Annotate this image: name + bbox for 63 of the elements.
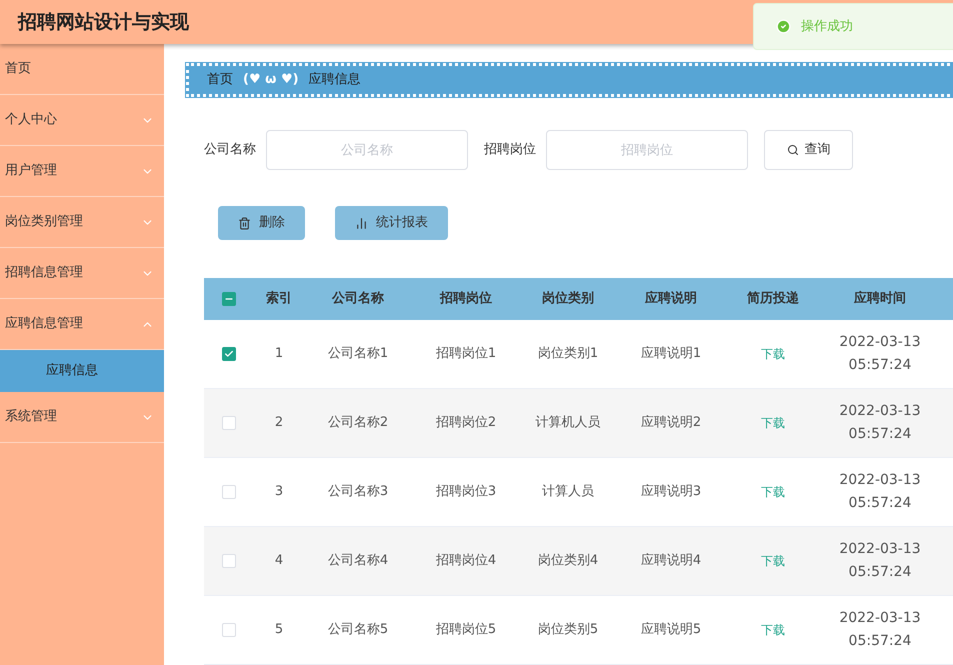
- checkbox[interactable]: [222, 292, 236, 306]
- check-icon: [776, 19, 791, 34]
- menu-item[interactable]: 岗位类别管理: [0, 197, 164, 248]
- report-button[interactable]: 统计报表: [335, 206, 448, 240]
- checkbox[interactable]: [222, 347, 236, 361]
- column-header: 应聘时间: [854, 290, 906, 308]
- column-header: 应聘说明: [645, 290, 697, 308]
- column-header: 公司名称: [332, 290, 384, 308]
- column-header: 简历投递: [747, 290, 799, 308]
- search-field[interactable]: 招聘岗位: [546, 130, 748, 170]
- breadcrumb-link[interactable]: 首页: [207, 70, 233, 90]
- table-cell-text: 1: [274, 345, 284, 364]
- table-cell-text: 公司名称2: [328, 414, 388, 432]
- menu-item[interactable]: 招聘信息管理: [0, 248, 164, 299]
- table-cell-text: 公司名称4: [328, 552, 388, 570]
- table-cell-text: 计算机人员: [536, 414, 600, 432]
- column-header: 岗位类别: [542, 290, 594, 308]
- table-cell-text: 应聘说明3: [640, 483, 702, 502]
- table-cell-text: 岗位类别1: [538, 345, 598, 364]
- table-cell-text: 招聘岗位1: [436, 345, 496, 364]
- breadcrumb-separator: (♥ ω ♥): [243, 71, 299, 90]
- table-cell-text: 公司名称1: [328, 345, 388, 364]
- table-cell-text: 公司名称5: [328, 621, 388, 640]
- submenu-item[interactable]: 应聘信息: [0, 350, 164, 392]
- table-cell-text: 招聘岗位5: [436, 621, 496, 640]
- table-cell-text: 应聘说明5: [640, 621, 702, 640]
- table-cell-text: 招聘岗位2: [436, 414, 496, 432]
- menu-item[interactable]: 个人中心: [0, 95, 164, 146]
- column-header: 索引: [266, 290, 292, 308]
- menu-item[interactable]: 首页: [0, 44, 164, 95]
- table-cell-text: 公司名称3: [328, 483, 388, 502]
- table-cell-text: 应聘说明4: [640, 552, 702, 570]
- table-cell-text: 2022-03-13 05:57:24: [838, 609, 922, 651]
- bar-chart-icon: [355, 216, 368, 230]
- table-cell-text: 2: [274, 414, 284, 432]
- field-label: 公司名称: [204, 141, 256, 160]
- table-cell-text: 2022-03-13 05:57:24: [838, 333, 922, 375]
- table-cell-text: 5: [274, 621, 284, 640]
- table-cell-text: 招聘岗位4: [436, 552, 496, 570]
- menu-item[interactable]: 用户管理: [0, 146, 164, 197]
- check-icon: [224, 349, 234, 359]
- trash-icon: [238, 216, 251, 230]
- table-cell-text: 2022-03-13 05:57:24: [838, 402, 922, 444]
- table-cell-text: 岗位类别5: [538, 621, 598, 640]
- column-header: 招聘岗位: [440, 290, 492, 308]
- search-icon: [786, 144, 798, 156]
- table-cell-text: 招聘岗位3: [436, 483, 496, 502]
- site-title: 招聘网站设计与实现: [18, 10, 189, 35]
- breadcrumb-current: 应聘信息: [308, 71, 361, 90]
- field-label: 招聘岗位: [484, 141, 536, 160]
- table-cell-text: 应聘说明1: [640, 345, 702, 364]
- table-cell-text: 3: [274, 483, 284, 502]
- menu-item[interactable]: 系统管理: [0, 392, 164, 443]
- search-button[interactable]: 查询: [764, 130, 853, 170]
- table-cell-text: 岗位类别4: [538, 552, 598, 570]
- search-field[interactable]: 公司名称: [266, 130, 468, 170]
- delete-button[interactable]: 删除: [218, 206, 305, 240]
- table-cell-text: 应聘说明2: [640, 414, 702, 432]
- toast-message: 操作成功: [801, 18, 853, 36]
- table-cell-text: 2022-03-13 05:57:24: [838, 471, 922, 513]
- table-cell-text: 4: [274, 552, 284, 570]
- table-cell-text: 计算人员: [542, 483, 594, 502]
- table-cell-text: 2022-03-13 05:57:24: [838, 540, 922, 582]
